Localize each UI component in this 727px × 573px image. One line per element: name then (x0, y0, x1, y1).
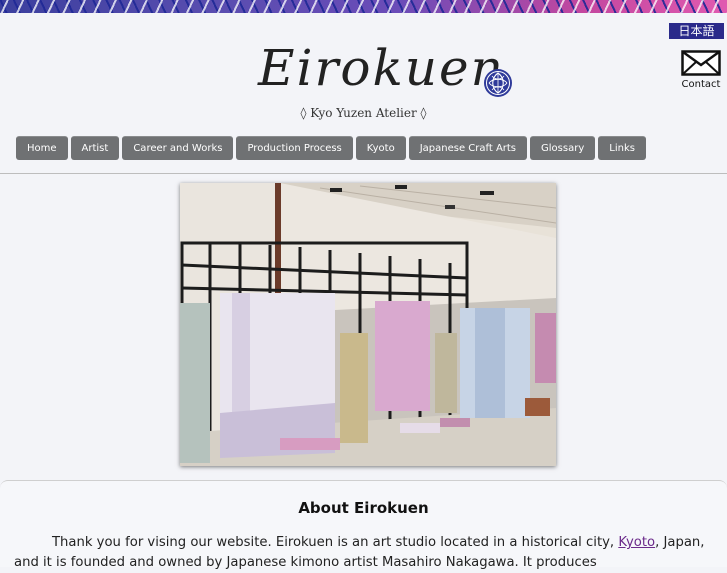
main-navigation: Home Artist Career and Works Production … (16, 136, 646, 160)
family-crest-icon (484, 69, 512, 97)
nav-artist[interactable]: Artist (70, 136, 120, 160)
exhibition-photo (180, 183, 556, 466)
nav-home[interactable]: Home (16, 136, 68, 160)
contact-label: Contact (681, 79, 721, 90)
about-text-start: Thank you for vising our website. Eiroku… (52, 535, 619, 550)
decorative-banner-strip (0, 0, 727, 13)
nav-career-and-works[interactable]: Career and Works (122, 136, 234, 160)
nav-links[interactable]: Links (598, 136, 646, 160)
nav-kyoto[interactable]: Kyoto (355, 136, 406, 160)
header-divider (0, 173, 727, 174)
japanese-language-button[interactable]: 日本語 (669, 23, 724, 39)
contact-link[interactable]: Contact (680, 50, 722, 90)
envelope-icon (681, 50, 721, 76)
about-section: About Eirokuen Thank you for vising our … (0, 480, 727, 570)
nav-production-process[interactable]: Production Process (236, 136, 353, 160)
about-heading: About Eirokuen (298, 499, 429, 517)
site-subtitle: ◊ Kyo Yuzen Atelier ◊ (300, 106, 427, 120)
nav-glossary[interactable]: Glossary (530, 136, 596, 160)
nav-japanese-craft-arts[interactable]: Japanese Craft Arts (408, 136, 528, 160)
site-logo[interactable]: Eirokuen (258, 38, 505, 98)
about-paragraph: Thank you for vising our website. Eiroku… (14, 533, 720, 573)
kyoto-link[interactable]: Kyoto (618, 535, 655, 550)
